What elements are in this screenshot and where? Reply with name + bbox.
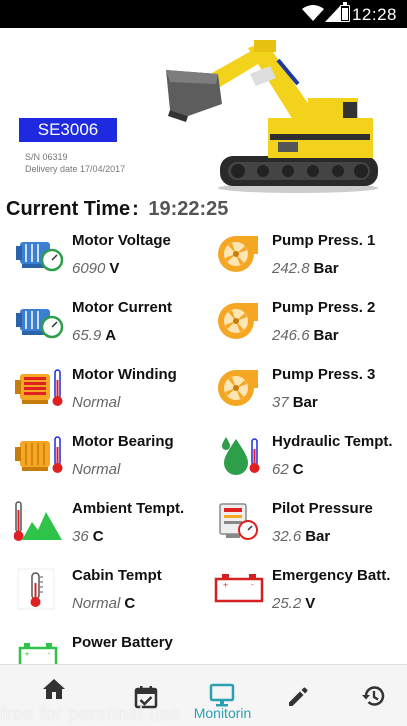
metric-motor-winding[interactable]: Motor Winding Normal [14, 360, 214, 420]
metric-value: 37 [272, 394, 289, 411]
metric-emergency-batt[interactable]: + - Emergency Batt. 25.2 V [214, 561, 407, 621]
metric-value: 246.6 [272, 327, 310, 344]
signal-icon [325, 5, 341, 22]
metric-label: Cabin Tempt [72, 567, 162, 584]
metric-unit: C [92, 528, 104, 545]
metric-pump-press-3[interactable]: Pump Press. 3 37 Bar [214, 360, 407, 420]
metric-reading: 36 C [72, 528, 104, 545]
battery-icon [340, 2, 350, 22]
metric-motor-voltage[interactable]: Motor Voltage 6090 V [14, 226, 214, 286]
metric-reading: 65.9 A [72, 327, 116, 344]
motor-gauge-icon [16, 242, 64, 272]
metric-cabin-tempt[interactable]: Cabin Tempt Normal C [14, 561, 214, 621]
metric-value: 36 [72, 528, 89, 545]
current-time: Current Time: 19:22:25 [6, 198, 228, 221]
nav-history[interactable] [334, 665, 407, 726]
metric-label: Pump Press. 3 [272, 366, 376, 383]
metric-pump-press-1[interactable]: Pump Press. 1 242.8 Bar [214, 226, 407, 286]
metric-value: Normal [72, 394, 121, 411]
serial-number: S/N 06319 [25, 152, 68, 162]
metric-reading: 62 C [272, 461, 304, 478]
hydraulic-drop-icon [222, 437, 260, 475]
status-bar: 12:28 [0, 0, 407, 28]
metric-unit: Bar [313, 260, 339, 277]
metric-label: Pump Press. 2 [272, 299, 376, 316]
metric-label: Motor Current [72, 299, 172, 316]
current-time-separator: : [132, 198, 139, 220]
metric-value: 65.9 [72, 327, 102, 344]
metric-value: Normal [72, 461, 121, 478]
metric-label: Pilot Pressure [272, 500, 373, 517]
pencil-icon [289, 687, 308, 706]
metric-unit: V [305, 595, 316, 612]
wifi-icon [302, 5, 324, 21]
metric-pilot-pressure[interactable]: Pilot Pressure 32.6 Bar [214, 494, 407, 554]
delivery-label: Delivery date [25, 164, 78, 174]
ambient-temperature-icon [14, 501, 62, 541]
metric-label: Pump Press. 1 [272, 232, 376, 249]
metric-value: 6090 [72, 260, 106, 277]
metric-label: Emergency Batt. [272, 567, 391, 584]
status-time: 12:28 [351, 5, 397, 24]
cabin-thermometer-icon [17, 568, 55, 610]
metric-unit: A [105, 327, 117, 344]
metric-value: 242.8 [272, 260, 310, 277]
pump-icon [218, 370, 258, 406]
svg-text:+: + [24, 650, 30, 658]
metric-hydraulic-tempt[interactable]: Hydraulic Tempt. 62 C [214, 427, 407, 487]
metric-reading: 37 Bar [272, 394, 318, 411]
pump-icon [218, 303, 258, 339]
motor-gauge-icon [16, 309, 64, 339]
metric-label: Power Battery [72, 634, 173, 651]
metric-label: Ambient Tempt. [72, 500, 185, 517]
metric-reading: 242.8 Bar [272, 260, 339, 277]
svg-text:+: + [223, 581, 229, 589]
metric-value: 32.6 [272, 528, 302, 545]
model-badge: SE3006 [19, 118, 117, 142]
metric-reading: 25.2 V [272, 595, 315, 612]
metric-pump-press-2[interactable]: Pump Press. 2 246.6 Bar [214, 293, 407, 353]
nav-edit[interactable] [258, 665, 339, 726]
pump-icon [218, 236, 258, 272]
metric-reading: 32.6 Bar [272, 528, 330, 545]
metric-label: Motor Winding [72, 366, 177, 383]
metric-unit: Bar [305, 528, 331, 545]
metric-unit: Bar [313, 327, 339, 344]
delivery-info: Delivery date 17/04/2017 [25, 164, 125, 174]
metric-reading: 6090 V [72, 260, 119, 277]
current-time-value: 19:22:25 [148, 198, 229, 220]
metric-value: Normal [72, 595, 121, 612]
metric-reading: Normal C [72, 595, 135, 612]
metric-label: Hydraulic Tempt. [272, 433, 393, 450]
motor-thermometer-icon [15, 369, 63, 406]
metric-label: Motor Voltage [72, 232, 171, 249]
monitor-icon [209, 683, 235, 707]
metric-reading: 246.6 Bar [272, 327, 339, 344]
metric-motor-bearing[interactable]: Motor Bearing Normal [14, 427, 214, 487]
metric-value: 62 [272, 461, 289, 478]
machine-header: SE3006 S/N 06319 Delivery date 17/04/201… [0, 28, 407, 194]
current-time-label: Current Time [6, 198, 131, 220]
watermark-text: free for personal use [0, 704, 181, 725]
excavator-image [166, 40, 378, 193]
motor-thermometer-icon [15, 436, 63, 473]
metric-reading: Normal [72, 461, 124, 478]
metric-unit: C [124, 595, 136, 612]
delivery-date: 17/04/2017 [80, 164, 126, 174]
pilot-pressure-icon [219, 503, 258, 540]
metric-value: 25.2 [272, 595, 302, 612]
metric-unit: Bar [292, 394, 318, 411]
history-icon [362, 686, 385, 706]
metric-label: Motor Bearing [72, 433, 174, 450]
nav-monitoring[interactable]: Monitorin [182, 665, 263, 726]
metric-motor-current[interactable]: Motor Current 65.9 A [14, 293, 214, 353]
metric-reading: Normal [72, 394, 124, 411]
home-icon [43, 679, 65, 699]
nav-label: Monitorin [193, 705, 252, 721]
metric-ambient-tempt[interactable]: Ambient Tempt. 36 C [14, 494, 214, 554]
metric-unit: C [292, 461, 304, 478]
battery-red-icon: + - [214, 574, 264, 603]
metric-unit: V [109, 260, 120, 277]
